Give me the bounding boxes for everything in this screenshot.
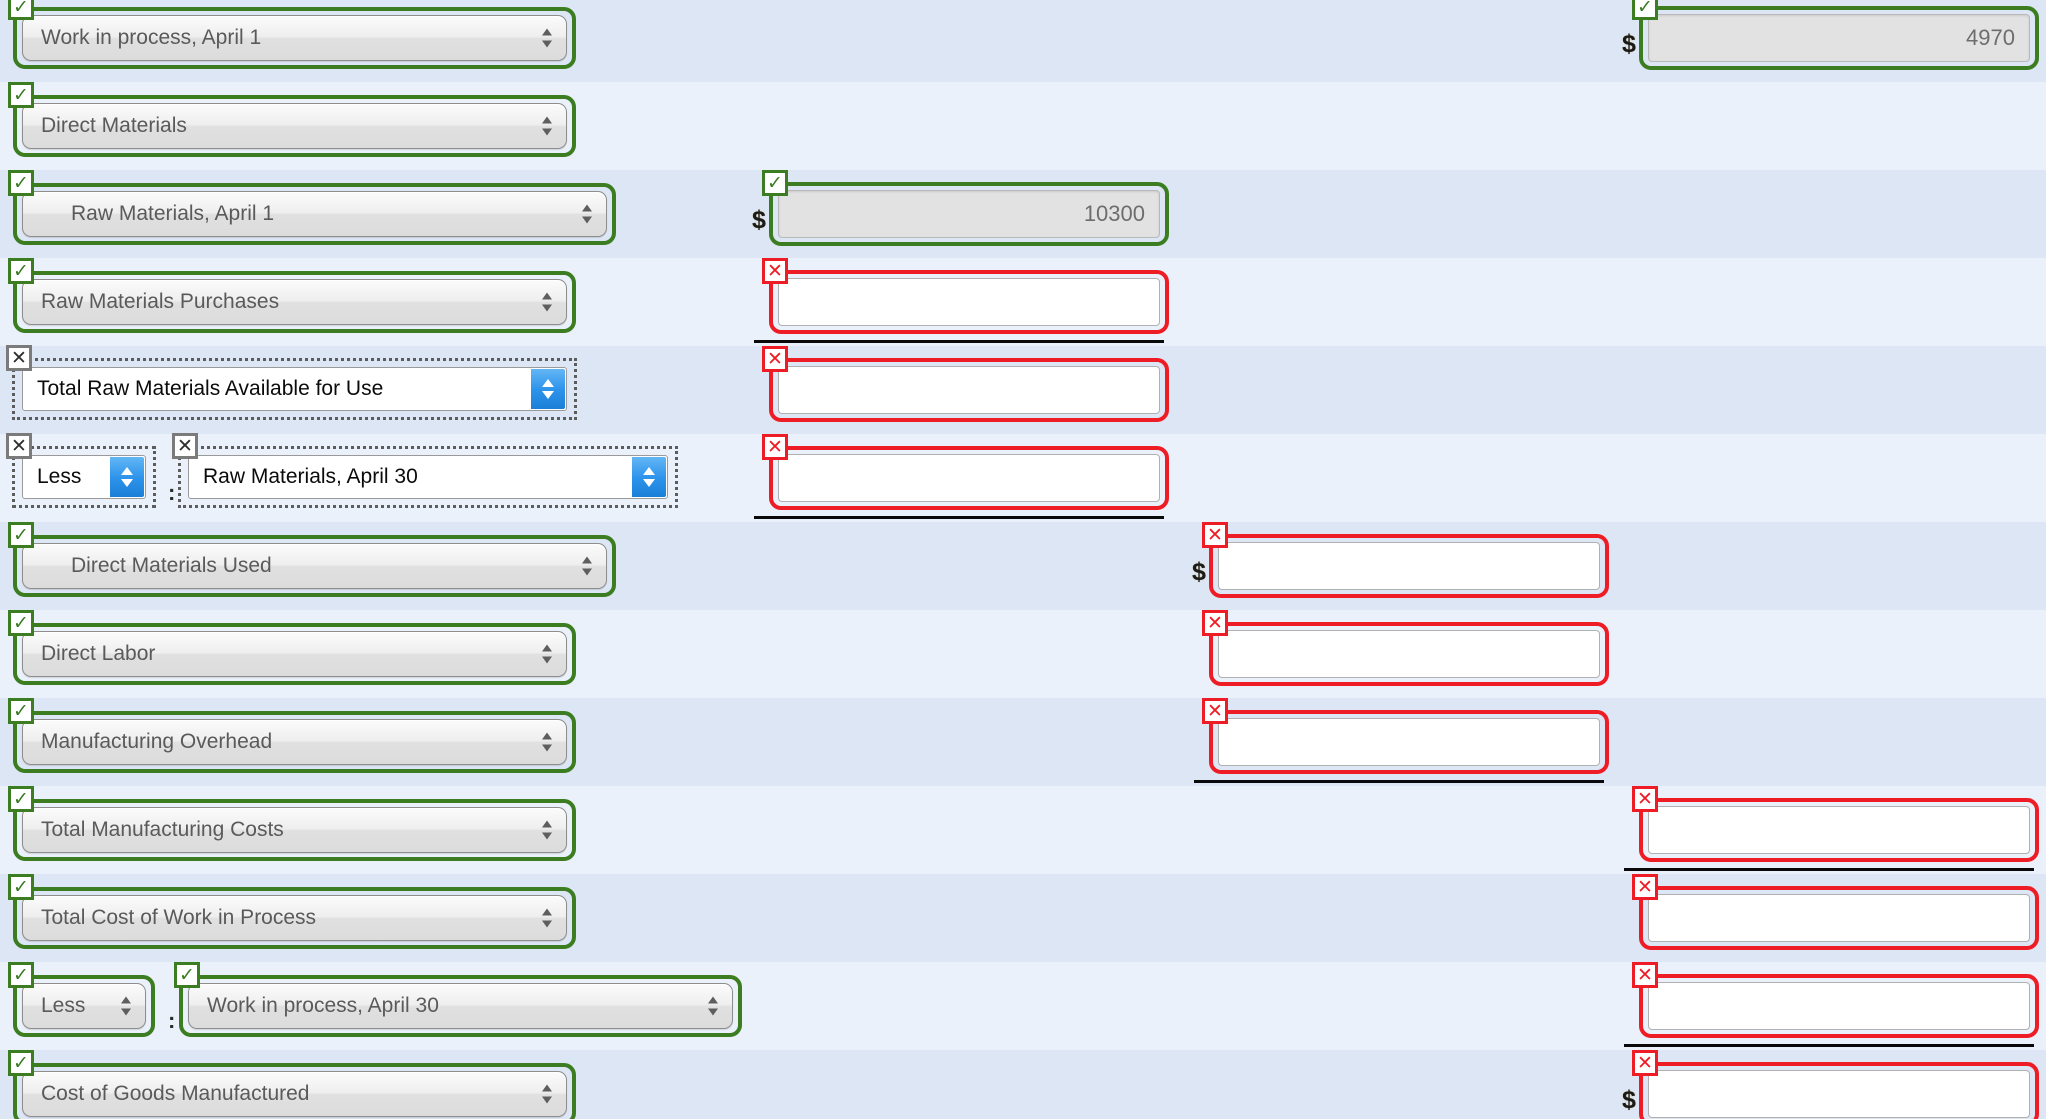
stepper-icon[interactable] (542, 28, 552, 48)
row-direct-materials-label: Direct Materials (41, 114, 187, 137)
row-less-work-in-process-april-30-prefix-status-icon: ✓ (8, 962, 34, 988)
row-total-cost-of-work-in-process-value-status-icon: ✕ (1632, 874, 1658, 900)
row-cost-of-goods-manufactured-currency-symbol: $ (1622, 1086, 1636, 1114)
row-total-raw-materials-available-for-use-value-status-icon: ✕ (762, 346, 788, 372)
row-direct-labor-status-icon: ✓ (8, 610, 34, 636)
row-less-raw-materials-april-30-colon: : (168, 480, 176, 505)
row-raw-materials-purchases-value-input[interactable] (778, 278, 1160, 326)
stepper-icon[interactable] (121, 996, 131, 1016)
row-work-in-process-april-1-label-select[interactable]: Work in process, April 1 (22, 15, 567, 61)
row-total-cost-of-work-in-process-label: Total Cost of Work in Process (41, 906, 317, 929)
row-total-raw-materials-available-for-use-label-select[interactable]: Total Raw Materials Available for Use (22, 367, 567, 411)
row-cost-of-goods-manufactured-value-input[interactable] (1648, 1070, 2030, 1118)
stepper-icon[interactable] (542, 1084, 552, 1104)
stepper-icon[interactable] (542, 116, 552, 136)
stepper-icon[interactable] (542, 820, 552, 840)
row-direct-materials-used-status-icon: ✓ (8, 522, 34, 548)
row-direct-materials-status-icon: ✓ (8, 82, 34, 108)
row-less-work-in-process-april-30-status-icon: ✓ (174, 962, 200, 988)
row-raw-materials-purchases-value-status-icon: ✕ (762, 258, 788, 284)
stepper-icon[interactable] (542, 644, 552, 664)
row-cost-of-goods-manufactured-value-status-icon: ✕ (1632, 1050, 1658, 1076)
stepper-icon[interactable] (708, 996, 718, 1016)
stepper-icon[interactable] (531, 369, 565, 409)
row-work-in-process-april-1-value: 4970 (1966, 25, 2015, 50)
stepper-icon[interactable] (542, 732, 552, 752)
row-cost-of-goods-manufactured-label-select[interactable]: Cost of Goods Manufactured (22, 1071, 567, 1117)
stepper-icon[interactable] (542, 908, 552, 928)
row-less-work-in-process-april-30-value-status-icon: ✕ (1632, 962, 1658, 988)
row-direct-labor-label: Direct Labor (41, 642, 156, 665)
row-raw-materials-april-1-status-icon: ✓ (8, 170, 34, 196)
stepper-icon[interactable] (542, 292, 552, 312)
row-cost-of-goods-manufactured-label: Cost of Goods Manufactured (41, 1082, 310, 1105)
row-manufacturing-overhead-value-status-icon: ✕ (1202, 698, 1228, 724)
row-work-in-process-april-1-value-input[interactable]: 4970 (1648, 14, 2030, 62)
row-cost-of-goods-manufactured-status-icon: ✓ (8, 1050, 34, 1076)
row-raw-materials-april-1-currency-symbol: $ (752, 206, 766, 234)
row-raw-materials-april-1-label: Raw Materials, April 1 (71, 202, 275, 225)
row-raw-materials-purchases-label-select[interactable]: Raw Materials Purchases (22, 279, 567, 325)
row-manufacturing-overhead-value-input[interactable] (1218, 718, 1600, 766)
row-total-manufacturing-costs-label-select[interactable]: Total Manufacturing Costs (22, 807, 567, 853)
row-direct-labor-label-select[interactable]: Direct Labor (22, 631, 567, 677)
row-less-raw-materials-april-30-prefix-label: Less (37, 465, 82, 488)
row-total-manufacturing-costs-status-icon: ✓ (8, 786, 34, 812)
subtotal-rule (1624, 1044, 2034, 1047)
row-raw-materials-april-1-value-input[interactable]: 10300 (778, 190, 1160, 238)
row-less-work-in-process-april-30-label-select[interactable]: Work in process, April 30 (188, 983, 733, 1029)
row-raw-materials-april-1-value-status-icon: ✓ (762, 170, 788, 196)
row-total-raw-materials-available-for-use-label: Total Raw Materials Available for Use (37, 377, 384, 400)
row-direct-materials-used-label: Direct Materials Used (71, 554, 272, 577)
row-total-manufacturing-costs-value-status-icon: ✕ (1632, 786, 1658, 812)
row-manufacturing-overhead-label-select[interactable]: Manufacturing Overhead (22, 719, 567, 765)
row-direct-materials-used-currency-symbol: $ (1192, 558, 1206, 586)
row-less-raw-materials-april-30-prefix-select[interactable]: Less (22, 455, 146, 499)
cogm-worksheet: Work in process, April 1 ✓ 4970 ✓ $ Direc… (0, 0, 2046, 1119)
row-manufacturing-overhead-status-icon: ✓ (8, 698, 34, 724)
row-total-cost-of-work-in-process-label-select[interactable]: Total Cost of Work in Process (22, 895, 567, 941)
row-raw-materials-april-1-value: 10300 (1083, 201, 1145, 226)
row-less-raw-materials-april-30-value-input[interactable] (778, 454, 1160, 502)
row-total-manufacturing-costs-label: Total Manufacturing Costs (41, 818, 284, 841)
row-less-raw-materials-april-30-prefix-status-icon: ✕ (6, 433, 32, 459)
row-total-raw-materials-available-for-use-value-input[interactable] (778, 366, 1160, 414)
row-direct-labor-value-status-icon: ✕ (1202, 610, 1228, 636)
row-raw-materials-purchases-label: Raw Materials Purchases (41, 290, 280, 313)
row-raw-materials-purchases-status-icon: ✓ (8, 258, 34, 284)
stepper-icon[interactable] (110, 457, 144, 497)
row-direct-materials-used-label-select[interactable]: Direct Materials Used (22, 543, 607, 589)
stepper-icon[interactable] (582, 556, 592, 576)
row-work-in-process-april-1-value-status-icon: ✓ (1632, 0, 1658, 20)
row-less-work-in-process-april-30-colon: : (168, 1008, 176, 1033)
row-direct-materials-used-value-input[interactable] (1218, 542, 1600, 590)
subtotal-rule (754, 516, 1164, 519)
row-raw-materials-april-1-label-select[interactable]: Raw Materials, April 1 (22, 191, 607, 237)
row-less-work-in-process-april-30-prefix-label: Less (41, 994, 86, 1017)
row-less-work-in-process-april-30-value-input[interactable] (1648, 982, 2030, 1030)
row-total-cost-of-work-in-process-value-input[interactable] (1648, 894, 2030, 942)
row-less-raw-materials-april-30-status-icon: ✕ (172, 433, 198, 459)
row-less-work-in-process-april-30-prefix-select[interactable]: Less (22, 983, 146, 1029)
row-work-in-process-april-1-status-icon: ✓ (8, 0, 34, 20)
row-manufacturing-overhead-label: Manufacturing Overhead (41, 730, 273, 753)
row-direct-materials-used-value-status-icon: ✕ (1202, 522, 1228, 548)
row-less-raw-materials-april-30-label: Raw Materials, April 30 (203, 465, 418, 488)
row-less-raw-materials-april-30-label-select[interactable]: Raw Materials, April 30 (188, 455, 668, 499)
row-less-raw-materials-april-30-value-status-icon: ✕ (762, 434, 788, 460)
row-work-in-process-april-1-label: Work in process, April 1 (41, 26, 262, 49)
subtotal-rule (1624, 868, 2034, 871)
stepper-icon[interactable] (632, 457, 666, 497)
row-work-in-process-april-1-currency-symbol: $ (1622, 30, 1636, 58)
row-direct-labor-value-input[interactable] (1218, 630, 1600, 678)
subtotal-rule (754, 340, 1164, 343)
stepper-icon[interactable] (582, 204, 592, 224)
row-total-cost-of-work-in-process-status-icon: ✓ (8, 874, 34, 900)
row-total-raw-materials-available-for-use-status-icon: ✕ (6, 345, 32, 371)
subtotal-rule (1194, 780, 1604, 783)
row-less-work-in-process-april-30-label: Work in process, April 30 (207, 994, 439, 1017)
row-direct-materials-label-select[interactable]: Direct Materials (22, 103, 567, 149)
row-total-manufacturing-costs-value-input[interactable] (1648, 806, 2030, 854)
